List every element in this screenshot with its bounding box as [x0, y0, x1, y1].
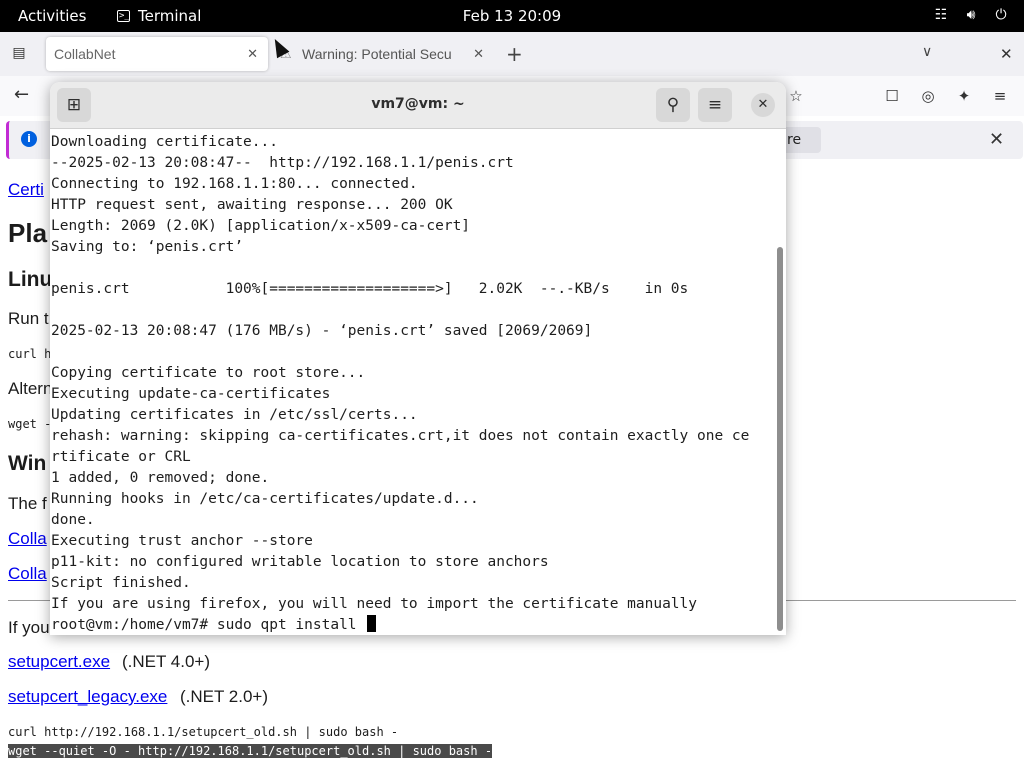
terminal-line: Updating certificates in /etc/ssl/certs.…: [51, 407, 418, 423]
scrollbar-thumb[interactable]: [777, 247, 783, 631]
back-arrow-icon[interactable]: ←: [14, 84, 29, 105]
terminal-line: Downloading certificate...: [51, 134, 278, 150]
bookmark-star-icon[interactable]: ☆: [786, 86, 806, 106]
terminal-scrollbar[interactable]: [774, 129, 786, 635]
hamburger-icon: ≡: [707, 95, 723, 115]
link-collab-1[interactable]: Colla: [8, 529, 47, 549]
text-alternative: Altern: [8, 379, 53, 398]
system-top-bar: Activities >_ Terminal Feb 13 20:09 ☷ 🔊︎…: [0, 0, 1024, 32]
terminal-line: p11-kit: no configured writable location…: [51, 554, 549, 570]
tab-warning[interactable]: ⚠ Warning: Potential Secu ✕: [272, 37, 494, 71]
terminal-line: If you are using firefox, you will need …: [51, 596, 698, 612]
heading-platform: Pla: [8, 218, 48, 248]
code-wget-old-selected: wget --quiet -O - http://192.168.1.1/set…: [8, 744, 493, 758]
app-menu-terminal[interactable]: >_ Terminal: [117, 7, 201, 25]
terminal-line: Executing update-ca-certificates: [51, 386, 331, 402]
terminal-icon: >_: [117, 10, 130, 22]
chevron-down-icon[interactable]: ∨: [922, 44, 932, 60]
terminal-line: --2025-02-13 20:08:47-- http://192.168.1…: [51, 155, 514, 171]
terminal-line: 1 added, 0 removed; done.: [51, 470, 270, 486]
terminal-line: Length: 2069 (2.0K) [application/x-x509-…: [51, 218, 471, 234]
text-cursor: [367, 615, 377, 632]
tab-label: Warning: Potential Secu: [302, 46, 452, 62]
setupcert-legacy-note: (.NET 2.0+): [180, 687, 269, 706]
terminal-line: Executing trust anchor --store: [51, 533, 313, 549]
activities-button[interactable]: Activities: [18, 7, 86, 25]
terminal-line: 2025-02-13 20:08:47 (176 MB/s) - ‘penis.…: [51, 323, 593, 339]
terminal-prompt-line[interactable]: root@vm:/home/vm7# sudo qpt install: [51, 615, 377, 635]
close-icon: ✕: [757, 97, 769, 112]
terminal-header-bar[interactable]: ⊞ vm7@vm: ~ ⚲ ≡ ✕: [50, 82, 786, 129]
close-icon[interactable]: ✕: [989, 129, 1004, 150]
clock[interactable]: Feb 13 20:09: [463, 7, 561, 25]
link-setupcert-legacy[interactable]: setupcert_legacy.exe: [8, 687, 167, 707]
tab-label: CollabNet: [54, 46, 116, 62]
setupcert-note: (.NET 4.0+): [122, 652, 211, 671]
terminal-line: Script finished.: [51, 575, 191, 591]
notification-action-button[interactable]: re: [781, 127, 821, 153]
terminal-line: Copying certificate to root store...: [51, 365, 366, 381]
window-close-icon[interactable]: ✕: [1000, 45, 1013, 63]
new-tab-icon[interactable]: +: [506, 42, 523, 66]
menu-icon[interactable]: ≡: [990, 86, 1010, 106]
heading-windows: Win: [8, 452, 47, 475]
code-curl: curl h: [8, 347, 52, 361]
terminal-line: rtificate or CRL: [51, 449, 191, 465]
text-the: The f: [8, 494, 47, 513]
search-button[interactable]: ⚲: [656, 88, 690, 122]
close-tab-icon[interactable]: ✕: [473, 37, 484, 71]
terminal-line: Running hooks in /etc/ca-certificates/up…: [51, 491, 479, 507]
code-wget: wget -: [8, 417, 52, 431]
tab-collabnet[interactable]: CollabNet ✕: [46, 37, 268, 71]
terminal-window[interactable]: ⊞ vm7@vm: ~ ⚲ ≡ ✕ Downloading certificat…: [50, 82, 786, 635]
terminal-line: HTTP request sent, awaiting response... …: [51, 197, 453, 213]
menu-button[interactable]: ≡: [698, 88, 732, 122]
info-icon: i: [21, 131, 37, 147]
system-tray[interactable]: ☷ 🔊︎ ⏻: [932, 6, 1010, 24]
text-run: Run t: [8, 309, 49, 328]
close-tab-icon[interactable]: ✕: [247, 37, 258, 71]
terminal-line: done.: [51, 512, 95, 528]
app-menu-label: Terminal: [138, 7, 202, 25]
search-icon: ⚲: [666, 95, 680, 115]
link-setupcert[interactable]: setupcert.exe: [8, 652, 110, 672]
terminal-line: rehash: warning: skipping ca-certificate…: [51, 428, 750, 444]
power-icon[interactable]: ⏻: [992, 6, 1010, 24]
terminal-line: Connecting to 192.168.1.1:80... connecte…: [51, 176, 418, 192]
terminal-line: penis.crt 100%[===================>] 2.0…: [51, 281, 689, 297]
terminal-prompt: root@vm:/home/vm7# sudo qpt install: [51, 617, 366, 633]
pocket-icon[interactable]: ☐: [882, 86, 902, 106]
link-certificates[interactable]: Certi: [8, 180, 44, 200]
heading-linux: Linu: [8, 268, 53, 291]
volume-icon[interactable]: 🔊︎: [962, 6, 980, 24]
network-icon[interactable]: ☷: [932, 6, 950, 24]
extensions-icon[interactable]: ✦: [954, 86, 974, 106]
link-collab-2[interactable]: Colla: [8, 564, 47, 584]
terminal-line: Saving to: ‘penis.crt’: [51, 239, 244, 255]
terminal-output[interactable]: Downloading certificate... --2025-02-13 2…: [50, 129, 774, 635]
close-button[interactable]: ✕: [751, 93, 775, 117]
code-curl-old: curl http://192.168.1.1/setupcert_old.sh…: [8, 725, 399, 739]
tab-list-icon[interactable]: ▤: [10, 44, 28, 62]
account-icon[interactable]: ◎: [918, 86, 938, 106]
text-if-you: If you: [8, 618, 50, 637]
